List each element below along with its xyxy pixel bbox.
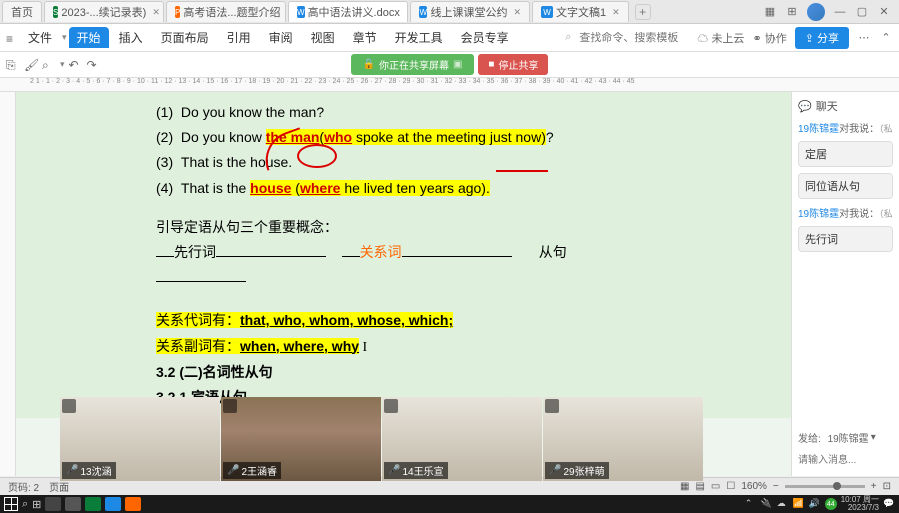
- mic-muted-icon: 🎤: [549, 465, 561, 476]
- close-icon[interactable]: ✕: [609, 7, 620, 18]
- apps-icon[interactable]: ⊞: [785, 5, 799, 19]
- menu-file[interactable]: 文件: [20, 27, 60, 48]
- zoom-level[interactable]: 160%: [741, 481, 767, 492]
- user-avatar[interactable]: [807, 3, 825, 21]
- grid-icon[interactable]: ▦: [763, 5, 777, 19]
- ppt-icon: P: [175, 6, 180, 18]
- find-icon[interactable]: ⌕: [42, 58, 56, 72]
- word-icon: W: [419, 6, 427, 18]
- pin-icon[interactable]: [62, 399, 76, 413]
- tab-active-doc[interactable]: W高中语法讲义.docx✕: [288, 1, 408, 22]
- chat-message: 同位语从句: [798, 173, 893, 199]
- view-print-icon[interactable]: ▦: [680, 481, 689, 492]
- quick-toolbar: ⎘ 🖌 ⌕ ▾ ↶ ↷ 🔒你正在共享屏幕▣ ■停止共享: [0, 52, 899, 78]
- screen-sharing-banner: 🔒你正在共享屏幕▣ ■停止共享: [351, 54, 549, 75]
- menu-bar: ≡ 文件▾ 开始 插入 页面布局 引用 审阅 视图 章节 开发工具 会员专享 ⌕…: [0, 24, 899, 52]
- taskbar-app[interactable]: [85, 497, 101, 511]
- copy-icon[interactable]: ⎘: [6, 58, 20, 72]
- zoom-in-button[interactable]: +: [871, 481, 877, 492]
- taskbar-app[interactable]: [65, 497, 81, 511]
- word-icon: W: [297, 6, 305, 18]
- annotation-line: [496, 170, 548, 172]
- chat-message: 先行词: [798, 226, 893, 252]
- new-tab-button[interactable]: +: [635, 4, 651, 20]
- menu-home[interactable]: 开始: [69, 27, 109, 48]
- collab-button[interactable]: ⚭ 协作: [752, 30, 786, 46]
- vertical-ruler[interactable]: [0, 92, 16, 476]
- send-to-row[interactable]: 发给: 19陈锦霆 ▾: [798, 430, 893, 445]
- format-painter-icon[interactable]: 🖌: [24, 58, 38, 72]
- stop-sharing-button[interactable]: ■停止共享: [478, 54, 548, 75]
- chat-message: 定居: [798, 141, 893, 167]
- zoom-out-button[interactable]: −: [773, 481, 779, 492]
- collapse-ribbon-icon[interactable]: ⌃: [879, 31, 893, 45]
- sharing-status: 🔒你正在共享屏幕▣: [351, 54, 475, 75]
- tab-ppt[interactable]: P高考语法...题型介绍✕: [166, 1, 286, 22]
- menu-references[interactable]: 引用: [219, 27, 259, 48]
- pin-icon[interactable]: [223, 399, 237, 413]
- tab-doc2[interactable]: W线上课课堂公约✕: [410, 1, 530, 22]
- chat-panel: 💬聊天 19陈锦霆对我说：（私 定居 同位语从句 19陈锦霆对我说：（私 先行词…: [791, 92, 899, 476]
- zoom-slider[interactable]: [785, 485, 865, 488]
- menu-review[interactable]: 审阅: [261, 27, 301, 48]
- close-icon[interactable]: ✕: [510, 7, 521, 18]
- mic-muted-icon: 🎤: [388, 465, 400, 476]
- tab-spreadsheet[interactable]: S2023-...续记录表)✕: [44, 1, 164, 22]
- system-tray[interactable]: ⌃ 🔌 ☁ 📶 🔊 44 10:07 周一 2023/7/3 💬: [745, 496, 895, 512]
- minimize-button[interactable]: —: [833, 5, 847, 19]
- excel-icon: S: [53, 6, 58, 18]
- menu-sections[interactable]: 章节: [345, 27, 385, 48]
- maximize-button[interactable]: ▢: [855, 5, 869, 19]
- close-icon[interactable]: ✕: [284, 7, 286, 18]
- menu-vip[interactable]: 会员专享: [453, 27, 517, 48]
- menu-view[interactable]: 视图: [303, 27, 343, 48]
- close-icon[interactable]: ✕: [149, 7, 160, 18]
- taskbar-app[interactable]: [105, 497, 121, 511]
- undo-icon[interactable]: ↶: [69, 58, 83, 72]
- tab-home[interactable]: 首页: [2, 1, 42, 22]
- view-read-icon[interactable]: ▭: [711, 481, 720, 492]
- video-tile[interactable]: 🎤14王乐宣: [382, 397, 542, 481]
- participant-video-strip: 🎤13沈涵 🎤2王涵睿 🎤14王乐宣 🎤29张梓萌: [60, 397, 703, 481]
- view-outline-icon[interactable]: ▤: [695, 481, 704, 492]
- title-bar: 首页 S2023-...续记录表)✕ P高考语法...题型介绍✕ W高中语法讲义…: [0, 0, 899, 24]
- word-icon: W: [541, 6, 553, 18]
- notifications-icon[interactable]: 💬: [883, 498, 895, 510]
- view-web-icon[interactable]: ☐: [726, 481, 735, 492]
- pin-icon[interactable]: [384, 399, 398, 413]
- tab-doc3[interactable]: W文字文稿1✕: [532, 1, 629, 22]
- share-button[interactable]: ⇪ 分享: [795, 27, 849, 49]
- pin-icon[interactable]: [545, 399, 559, 413]
- search-icon[interactable]: ⌕: [22, 498, 28, 511]
- task-view-icon[interactable]: ⊞: [32, 498, 41, 511]
- windows-taskbar: ⌕ ⊞ ⌃ 🔌 ☁ 📶 🔊 44 10:07 周一 2023/7/3 💬: [0, 495, 899, 513]
- taskbar-app[interactable]: [125, 497, 141, 511]
- more-icon[interactable]: ⋯: [857, 31, 871, 45]
- menu-insert[interactable]: 插入: [111, 27, 151, 48]
- cloud-status[interactable]: ☁ 未上云: [697, 30, 744, 46]
- redo-icon[interactable]: ↷: [87, 58, 101, 72]
- video-tile[interactable]: 🎤29张梓萌: [543, 397, 703, 481]
- search-input[interactable]: [579, 32, 689, 44]
- menu-layout[interactable]: 页面布局: [153, 27, 217, 48]
- taskbar-app[interactable]: [45, 497, 61, 511]
- page-number[interactable]: 页码: 2: [8, 479, 39, 494]
- start-button[interactable]: [4, 497, 18, 511]
- page-count[interactable]: 页面: [49, 479, 69, 494]
- mic-muted-icon: 🎤: [66, 465, 78, 476]
- app-menu-icon[interactable]: ≡: [6, 32, 18, 44]
- chat-icon: 💬: [798, 100, 812, 113]
- menu-dev[interactable]: 开发工具: [387, 27, 451, 48]
- close-icon[interactable]: ✕: [403, 7, 408, 18]
- horizontal-ruler[interactable]: 2 1 · 1 · 2 · 3 · 4 · 5 · 6 · 7 · 8 · 9 …: [0, 78, 899, 92]
- document-page: (1) Do you know the man? (2) Do you know…: [16, 92, 791, 418]
- mic-muted-icon: 🎤: [227, 465, 239, 476]
- chat-input[interactable]: [798, 451, 893, 470]
- video-tile[interactable]: 🎤2王涵睿: [221, 397, 381, 481]
- video-tile[interactable]: 🎤13沈涵: [60, 397, 220, 481]
- taskbar-clock[interactable]: 10:07 周一 2023/7/3: [841, 496, 879, 512]
- annotation-circle: [297, 144, 337, 168]
- fit-page-icon[interactable]: ⊡: [883, 481, 891, 492]
- close-window-button[interactable]: ✕: [877, 5, 891, 19]
